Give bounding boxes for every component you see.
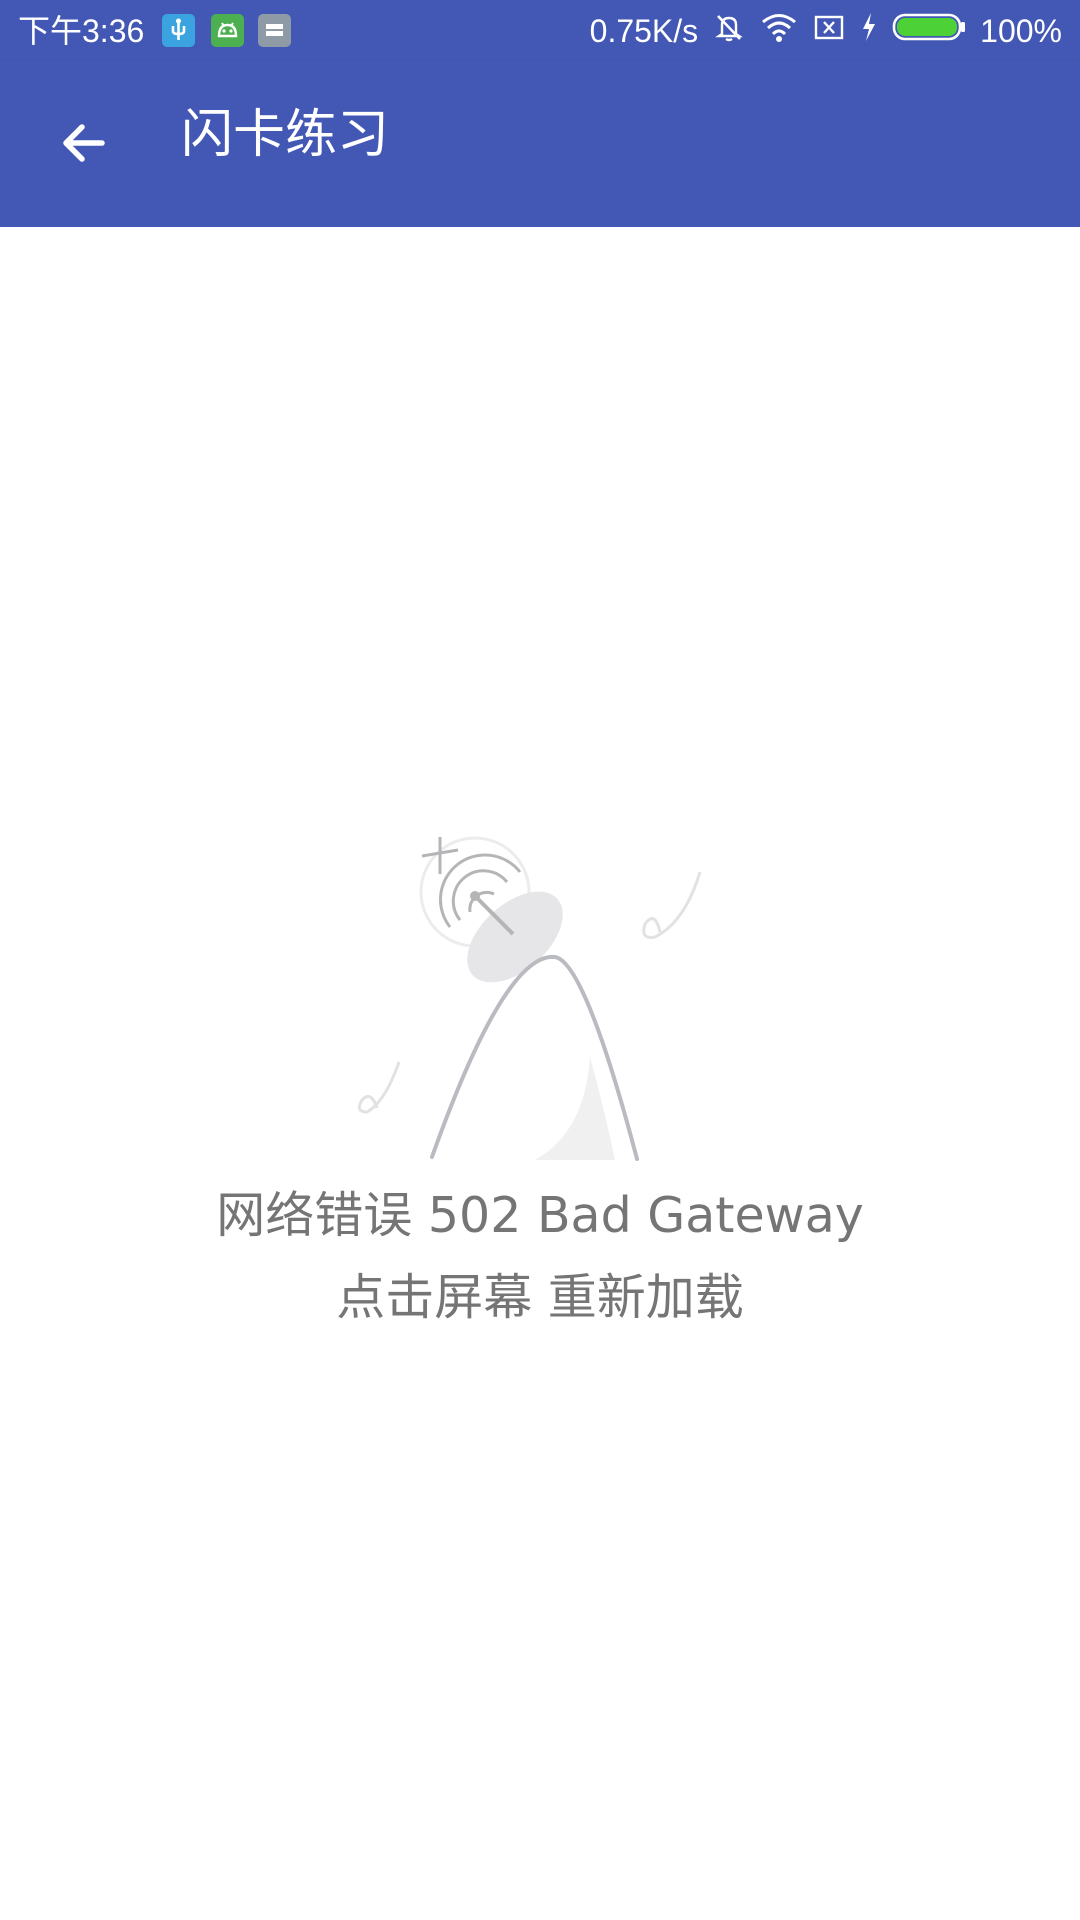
battery-icon xyxy=(892,12,966,50)
charging-icon xyxy=(860,10,878,52)
wifi-icon xyxy=(760,10,798,52)
reload-hint[interactable]: 点击屏幕 重新加载 xyxy=(0,1266,1080,1330)
android-icon xyxy=(211,14,244,47)
error-message: 网络错误 502 Bad Gateway xyxy=(216,1187,864,1244)
status-right-group: 0.75K/s 100% xyxy=(590,9,1062,53)
status-time: 下午3:36 xyxy=(18,13,145,49)
status-bar: 下午3:36 0.75K/s 100% xyxy=(0,0,1080,61)
satellite-dish-icon xyxy=(355,822,715,1162)
battery-percent: 100% xyxy=(980,12,1062,49)
no-sim-icon xyxy=(812,10,846,52)
app-bar: 闪卡练习 xyxy=(0,61,1080,227)
usb-debug-icon xyxy=(162,14,195,47)
storage-icon xyxy=(258,14,291,47)
back-button[interactable] xyxy=(30,89,138,197)
page-title: 闪卡练习 xyxy=(181,105,390,165)
network-speed: 0.75K/s xyxy=(589,12,699,49)
mute-icon xyxy=(712,10,746,52)
arrow-back-icon xyxy=(63,124,105,162)
